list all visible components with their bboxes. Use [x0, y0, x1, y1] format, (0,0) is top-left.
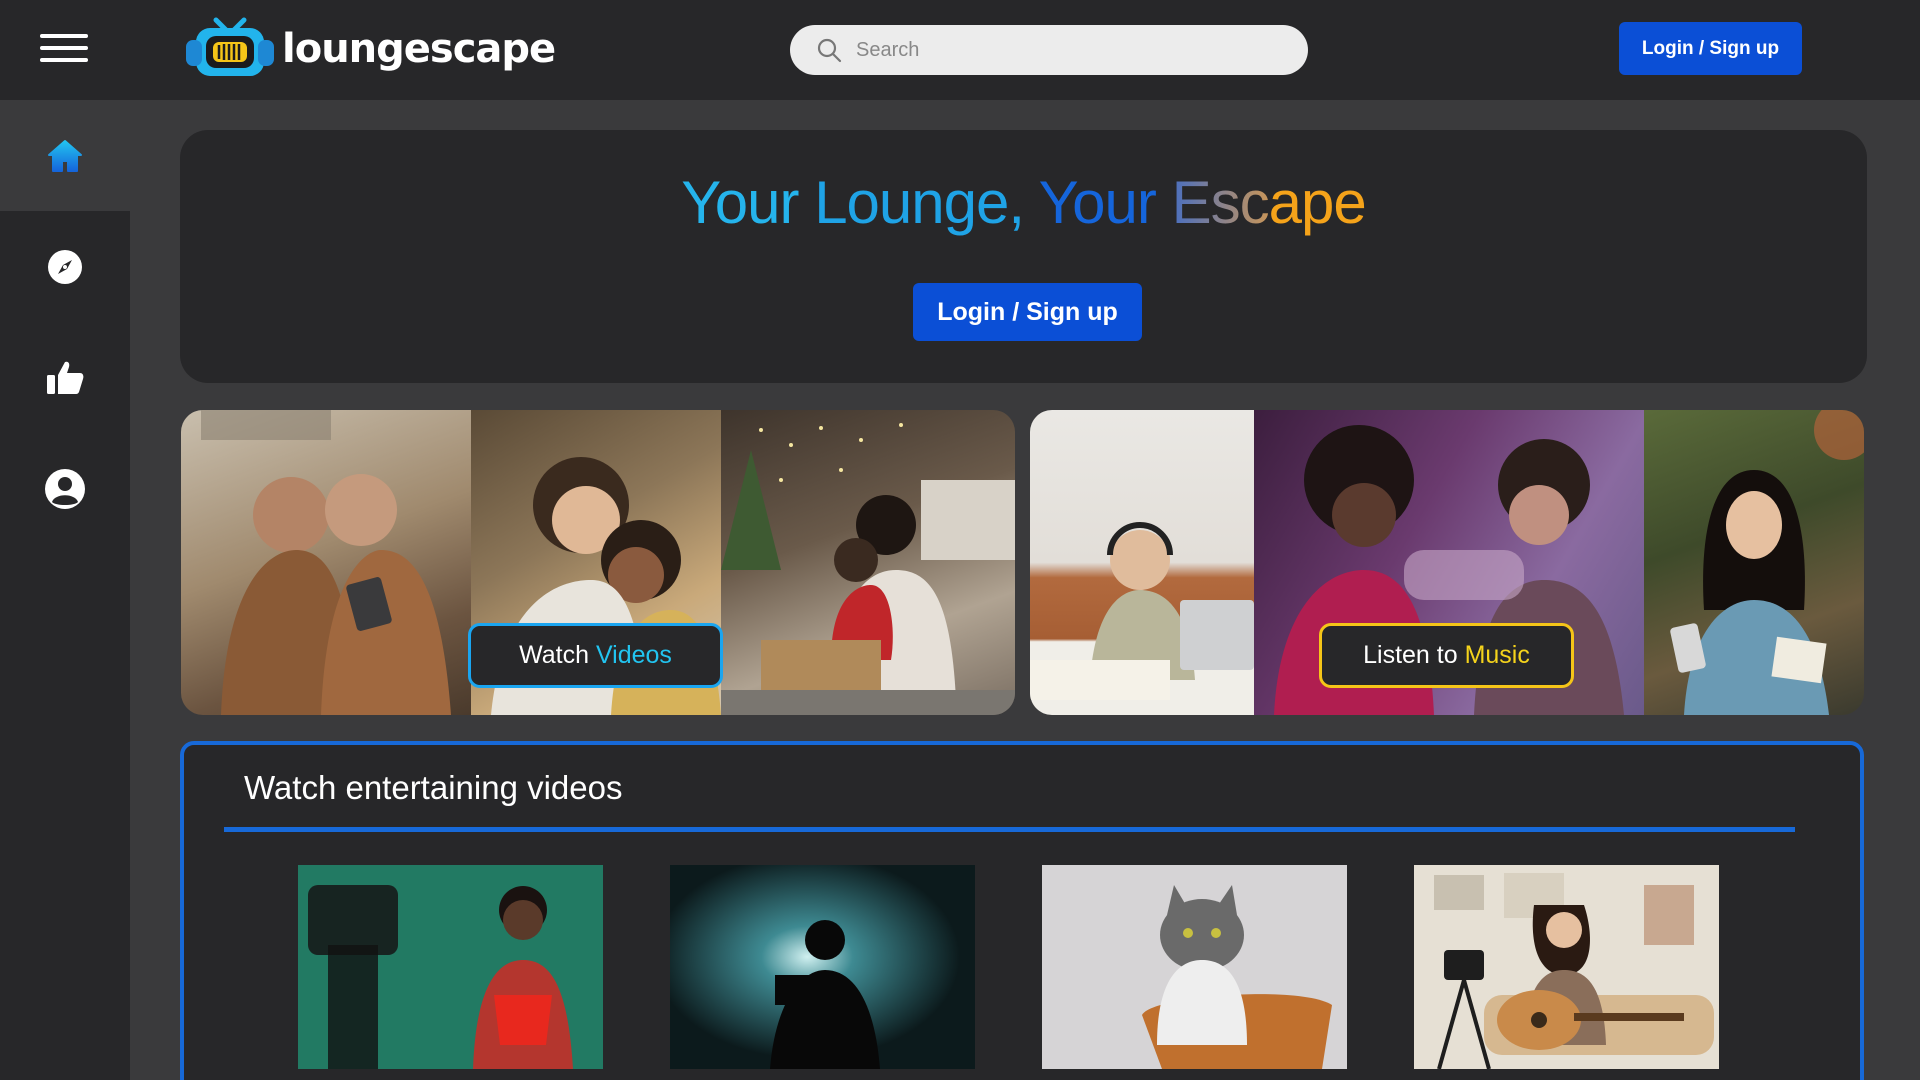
watch-videos-banner[interactable]: Watch Videos	[181, 410, 1015, 715]
watch-videos-label: Watch	[519, 641, 596, 669]
video-thumbnail[interactable]	[670, 865, 975, 1069]
tv-logo-icon	[186, 17, 274, 76]
photo-family-christmas	[721, 410, 1015, 715]
hero-title-part: Esc	[1171, 169, 1270, 236]
header-login-button[interactable]: Login / Sign up	[1619, 22, 1802, 75]
top-bar: loungescape Login / Sign up	[0, 0, 1920, 100]
photo-elderly-couple-tablet	[181, 410, 471, 715]
sidebar-item-home[interactable]	[0, 100, 130, 211]
hero-title: Your Lounge, Your Escape	[180, 168, 1867, 237]
hero-title-part: Your	[681, 169, 815, 236]
logo[interactable]: loungescape	[186, 16, 556, 82]
listen-music-label: Listen to	[1363, 641, 1465, 669]
sidebar	[0, 100, 130, 1080]
thumbs-up-icon	[47, 361, 84, 394]
section-title: Watch entertaining videos	[244, 769, 623, 806]
search-input[interactable]	[856, 38, 1276, 62]
sidebar-item-explore[interactable]	[0, 211, 130, 322]
search-bar[interactable]	[790, 25, 1308, 75]
hero-panel: Your Lounge, Your Escape Login / Sign up	[180, 130, 1867, 383]
compass-icon	[48, 249, 82, 284]
photo-woman-earphones	[1644, 410, 1864, 715]
hero-login-button[interactable]: Login / Sign up	[913, 283, 1142, 341]
listen-music-accent: Music	[1464, 641, 1530, 669]
user-circle-icon	[45, 468, 85, 509]
sidebar-item-profile[interactable]	[0, 433, 130, 544]
logo-text: loungescape	[282, 26, 556, 72]
video-thumbnail[interactable]	[298, 865, 603, 1069]
home-icon	[48, 139, 82, 172]
photo-student-headphones	[1030, 410, 1254, 715]
sidebar-item-liked[interactable]	[0, 322, 130, 433]
hamburger-menu-icon[interactable]	[40, 34, 88, 66]
videos-section: Watch entertaining videos	[180, 741, 1864, 1080]
search-icon	[817, 38, 842, 63]
hero-title-part: Lounge,	[814, 169, 1039, 236]
watch-videos-accent: Videos	[595, 641, 672, 669]
section-divider	[224, 827, 1795, 832]
hero-title-part: Your	[1038, 169, 1172, 236]
watch-videos-button[interactable]: Watch Videos	[468, 623, 723, 688]
video-thumbnail[interactable]	[1042, 865, 1347, 1069]
listen-music-button[interactable]: Listen to Music	[1319, 623, 1574, 688]
hero-title-part: ape	[1268, 169, 1367, 236]
listen-music-banner[interactable]: Listen to Music	[1030, 410, 1864, 715]
video-thumbnail[interactable]	[1414, 865, 1719, 1069]
